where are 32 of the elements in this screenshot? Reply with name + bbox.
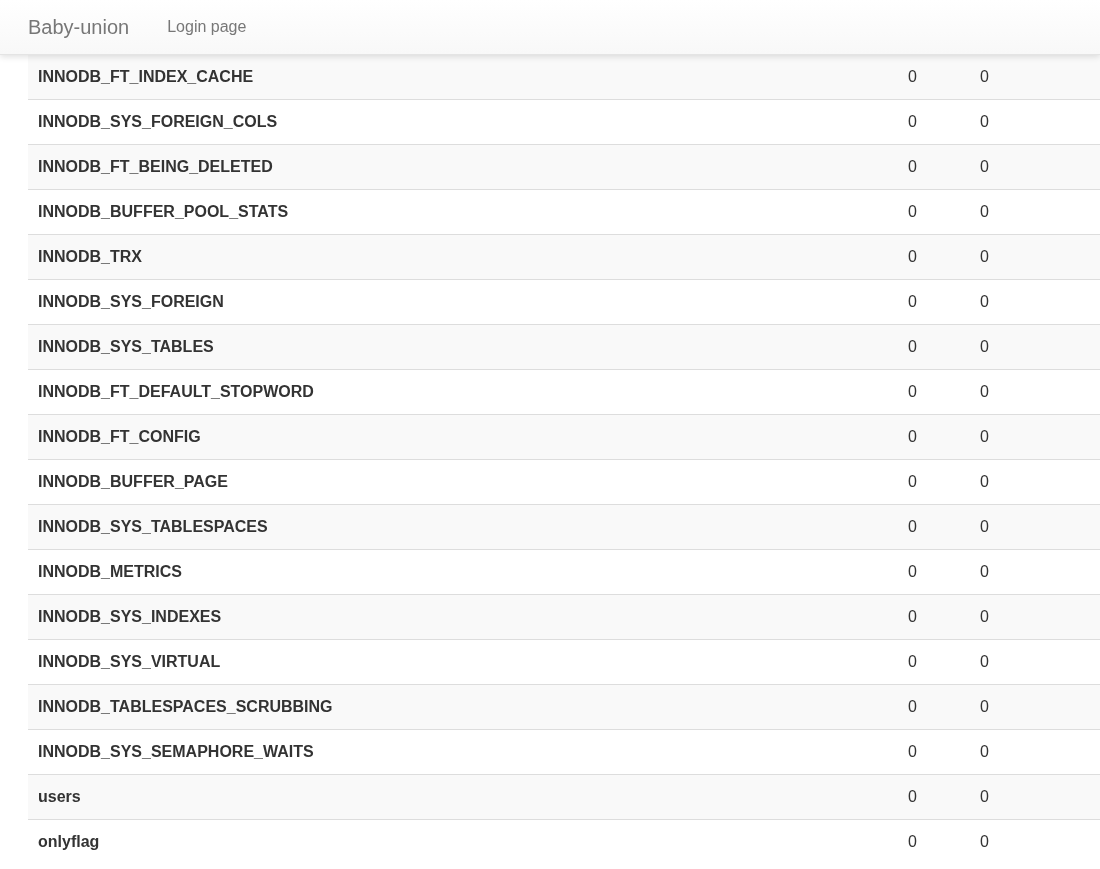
table-cell: 0 <box>970 55 1100 100</box>
table-cell: 0 <box>970 414 1100 460</box>
table-cell: INNODB_SYS_TABLESPACES <box>28 504 898 550</box>
table-cell: INNODB_FT_BEING_DELETED <box>28 144 898 190</box>
table-cell: 0 <box>970 504 1100 550</box>
table-cell: 0 <box>970 684 1100 730</box>
table-cell: 0 <box>970 144 1100 190</box>
table-cell: 0 <box>898 324 970 370</box>
table-cell: 0 <box>898 594 970 640</box>
table-cell: 0 <box>898 414 970 460</box>
brand-link[interactable]: Baby-union <box>28 15 130 39</box>
table-cell: 0 <box>898 504 970 550</box>
table-cell: 0 <box>898 144 970 190</box>
table-cell: users <box>28 774 898 820</box>
table-cell: INNODB_SYS_INDEXES <box>28 594 898 640</box>
table-cell: INNODB_FT_INDEX_CACHE <box>28 55 898 100</box>
table-cell: INNODB_TABLESPACES_SCRUBBING <box>28 684 898 730</box>
table-cell: INNODB_SYS_TABLES <box>28 324 898 370</box>
table-cell: 0 <box>898 819 970 864</box>
table-cell: 0 <box>970 774 1100 820</box>
table-cell: INNODB_TRX <box>28 234 898 280</box>
table-cell: 0 <box>970 819 1100 864</box>
table-cell: 0 <box>898 234 970 280</box>
table-cell: onlyflag <box>28 819 898 864</box>
table-cell: 0 <box>970 234 1100 280</box>
table-cell: 0 <box>970 324 1100 370</box>
table-cell: 0 <box>898 774 970 820</box>
nav-link[interactable]: Login page <box>167 18 247 36</box>
table-cell: 0 <box>898 684 970 730</box>
table-cell: 0 <box>970 594 1100 640</box>
table-cell: INNODB_FT_CONFIG <box>28 414 898 460</box>
table-cell: 0 <box>898 55 970 100</box>
